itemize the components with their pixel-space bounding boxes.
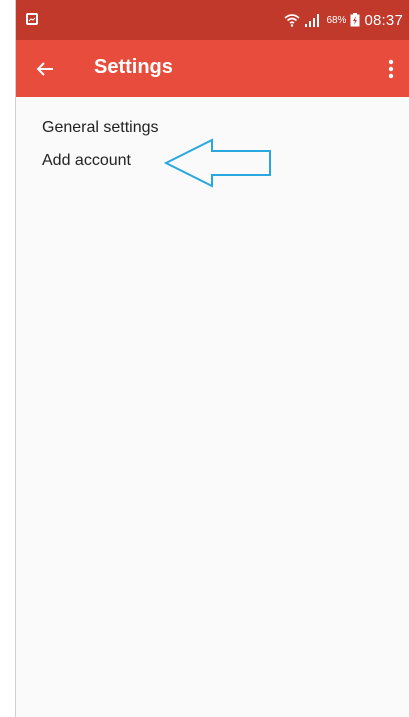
more-vert-icon[interactable] <box>379 54 403 84</box>
back-arrow-icon[interactable] <box>30 54 60 84</box>
signal-icon <box>305 14 320 27</box>
wifi-icon <box>284 14 300 27</box>
screenshot-icon <box>26 13 38 25</box>
app-bar: Settings <box>16 40 409 97</box>
phone-screen: 68% 08:37 Settings General settings Add … <box>16 0 409 717</box>
battery-icon <box>350 13 360 27</box>
status-bar: 68% 08:37 <box>16 0 409 40</box>
annotation-arrow-icon <box>163 138 274 193</box>
page-title: Settings <box>94 56 173 78</box>
general-settings-item[interactable]: General settings <box>42 116 159 140</box>
add-account-item[interactable]: Add account <box>42 149 131 173</box>
status-icons: 68% 08:37 <box>284 10 403 30</box>
clock: 08:37 <box>364 11 403 29</box>
battery-percent: 68% <box>326 14 347 26</box>
